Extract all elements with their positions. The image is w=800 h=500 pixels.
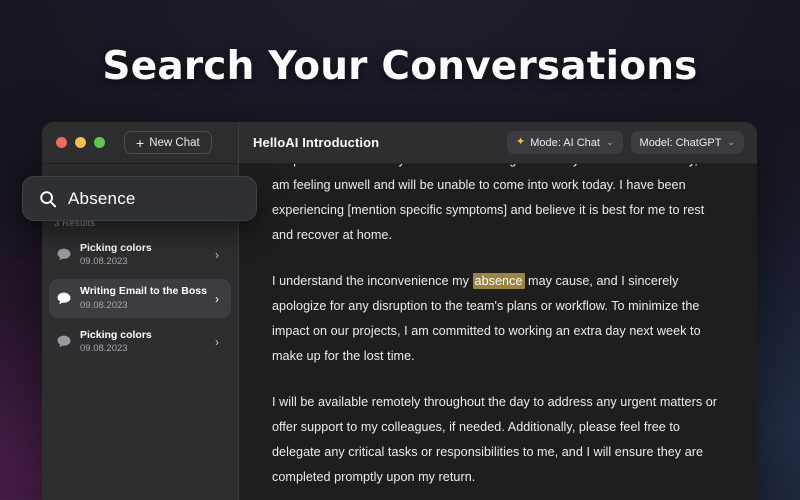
mode-selector-button[interactable]: ✦ Mode: AI Chat ⌄ <box>507 131 622 154</box>
list-item-text: Writing Email to the Boss 09.08.2023 <box>80 285 207 311</box>
model-selector-button[interactable]: Model: ChatGPT ⌄ <box>631 131 744 154</box>
new-chat-label: New Chat <box>149 137 200 149</box>
new-chat-button[interactable]: + New Chat <box>124 131 212 154</box>
search-results-list: Picking colors09.08.2023›Writing Email t… <box>42 236 238 361</box>
search-match-highlight: absence <box>473 273 525 289</box>
list-item-title: Picking colors <box>80 242 207 255</box>
titlebar-left-section: + New Chat <box>42 122 238 164</box>
list-item-title: Writing Email to the Boss <box>80 285 207 298</box>
chat-bubble-icon <box>56 291 72 307</box>
titlebar-right-section: HelloAI Introduction ✦ Mode: AI Chat ⌄ M… <box>238 122 757 164</box>
sparkle-icon: ✦ <box>516 137 525 148</box>
traffic-lights <box>56 137 105 148</box>
conversation-paragraph: I will be available remotely throughout … <box>272 390 721 490</box>
list-item[interactable]: Picking colors09.08.2023 › <box>49 323 231 361</box>
page-title: Search Your Conversations <box>0 44 800 89</box>
mode-selector-label: Mode: AI Chat <box>530 137 600 149</box>
conversation-title: HelloAI Introduction <box>253 135 379 150</box>
close-window-button[interactable] <box>56 137 67 148</box>
conversation-paragraphs: I hope this email finds you well. I am w… <box>272 164 721 500</box>
mode-model-controls: ✦ Mode: AI Chat ⌄ Model: ChatGPT ⌄ <box>507 131 744 154</box>
chevron-down-icon: ⌄ <box>606 137 614 148</box>
plus-icon: + <box>136 136 144 150</box>
list-item-title: Picking colors <box>80 329 207 342</box>
chat-bubble-icon <box>56 247 72 263</box>
chat-bubble-icon <box>56 334 72 350</box>
chevron-down-icon: ⌄ <box>727 137 735 148</box>
list-item-date: 09.08.2023 <box>80 343 207 355</box>
chevron-right-icon: › <box>215 249 223 261</box>
conversation-paragraph: I hope this email finds you well. I am w… <box>272 164 721 248</box>
maximize-window-button[interactable] <box>94 137 105 148</box>
search-icon <box>39 190 57 208</box>
search-input-value: Absence <box>68 189 136 209</box>
chevron-right-icon: › <box>215 336 223 348</box>
window-titlebar: + New Chat HelloAI Introduction ✦ Mode: … <box>42 122 757 164</box>
conversation-content[interactable]: I hope this email finds you well. I am w… <box>238 164 757 500</box>
chevron-right-icon: › <box>215 293 223 305</box>
list-item-text: Picking colors09.08.2023 <box>80 329 207 355</box>
minimize-window-button[interactable] <box>75 137 86 148</box>
model-selector-label: Model: ChatGPT <box>640 137 722 149</box>
conversation-paragraph: I understand the inconvenience my absenc… <box>272 269 721 369</box>
list-item[interactable]: Writing Email to the Boss 09.08.2023 › <box>49 279 231 317</box>
list-item[interactable]: Picking colors09.08.2023 › <box>49 236 231 274</box>
list-item-date: 09.08.2023 <box>80 300 207 312</box>
list-item-date: 09.08.2023 <box>80 256 207 268</box>
list-item-text: Picking colors09.08.2023 <box>80 242 207 268</box>
search-input[interactable]: Absence <box>22 176 257 221</box>
